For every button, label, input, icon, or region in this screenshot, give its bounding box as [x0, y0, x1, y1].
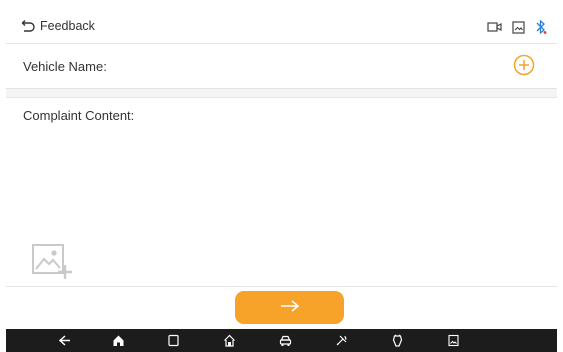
vehicle-icon[interactable]	[279, 334, 292, 347]
add-vehicle-icon[interactable]	[513, 54, 535, 76]
back-icon[interactable]	[58, 334, 71, 347]
vci-icon[interactable]	[391, 334, 404, 347]
screenshot-nav-icon[interactable]	[447, 334, 460, 347]
section-divider	[6, 89, 557, 98]
recent-apps-icon[interactable]	[167, 334, 180, 347]
diagnostic-home-icon[interactable]	[223, 334, 236, 347]
bluetooth-icon	[535, 19, 547, 35]
header-tools	[487, 19, 547, 35]
next-button[interactable]	[235, 291, 344, 324]
home-icon[interactable]	[112, 334, 125, 347]
vehicle-name-label: Vehicle Name:	[23, 59, 107, 74]
tools-icon[interactable]	[335, 334, 348, 347]
bottom-action-bar	[6, 286, 557, 329]
system-nav-bar	[6, 329, 557, 352]
complaint-content-field[interactable]: Complaint Content:	[6, 98, 557, 286]
vehicle-name-row: Vehicle Name:	[6, 44, 557, 89]
feedback-screen: Feedback Vehicle Name: Complaint Content…	[6, 0, 557, 352]
back-arrow-icon[interactable]	[18, 18, 36, 36]
complaint-content-label: Complaint Content:	[23, 108, 135, 123]
screenshot-icon[interactable]	[512, 20, 525, 34]
add-image-icon[interactable]	[31, 241, 75, 281]
arrow-right-icon	[279, 299, 301, 316]
header-bar: Feedback	[6, 11, 557, 44]
page-title: Feedback	[40, 19, 95, 33]
video-record-icon[interactable]	[487, 21, 502, 33]
